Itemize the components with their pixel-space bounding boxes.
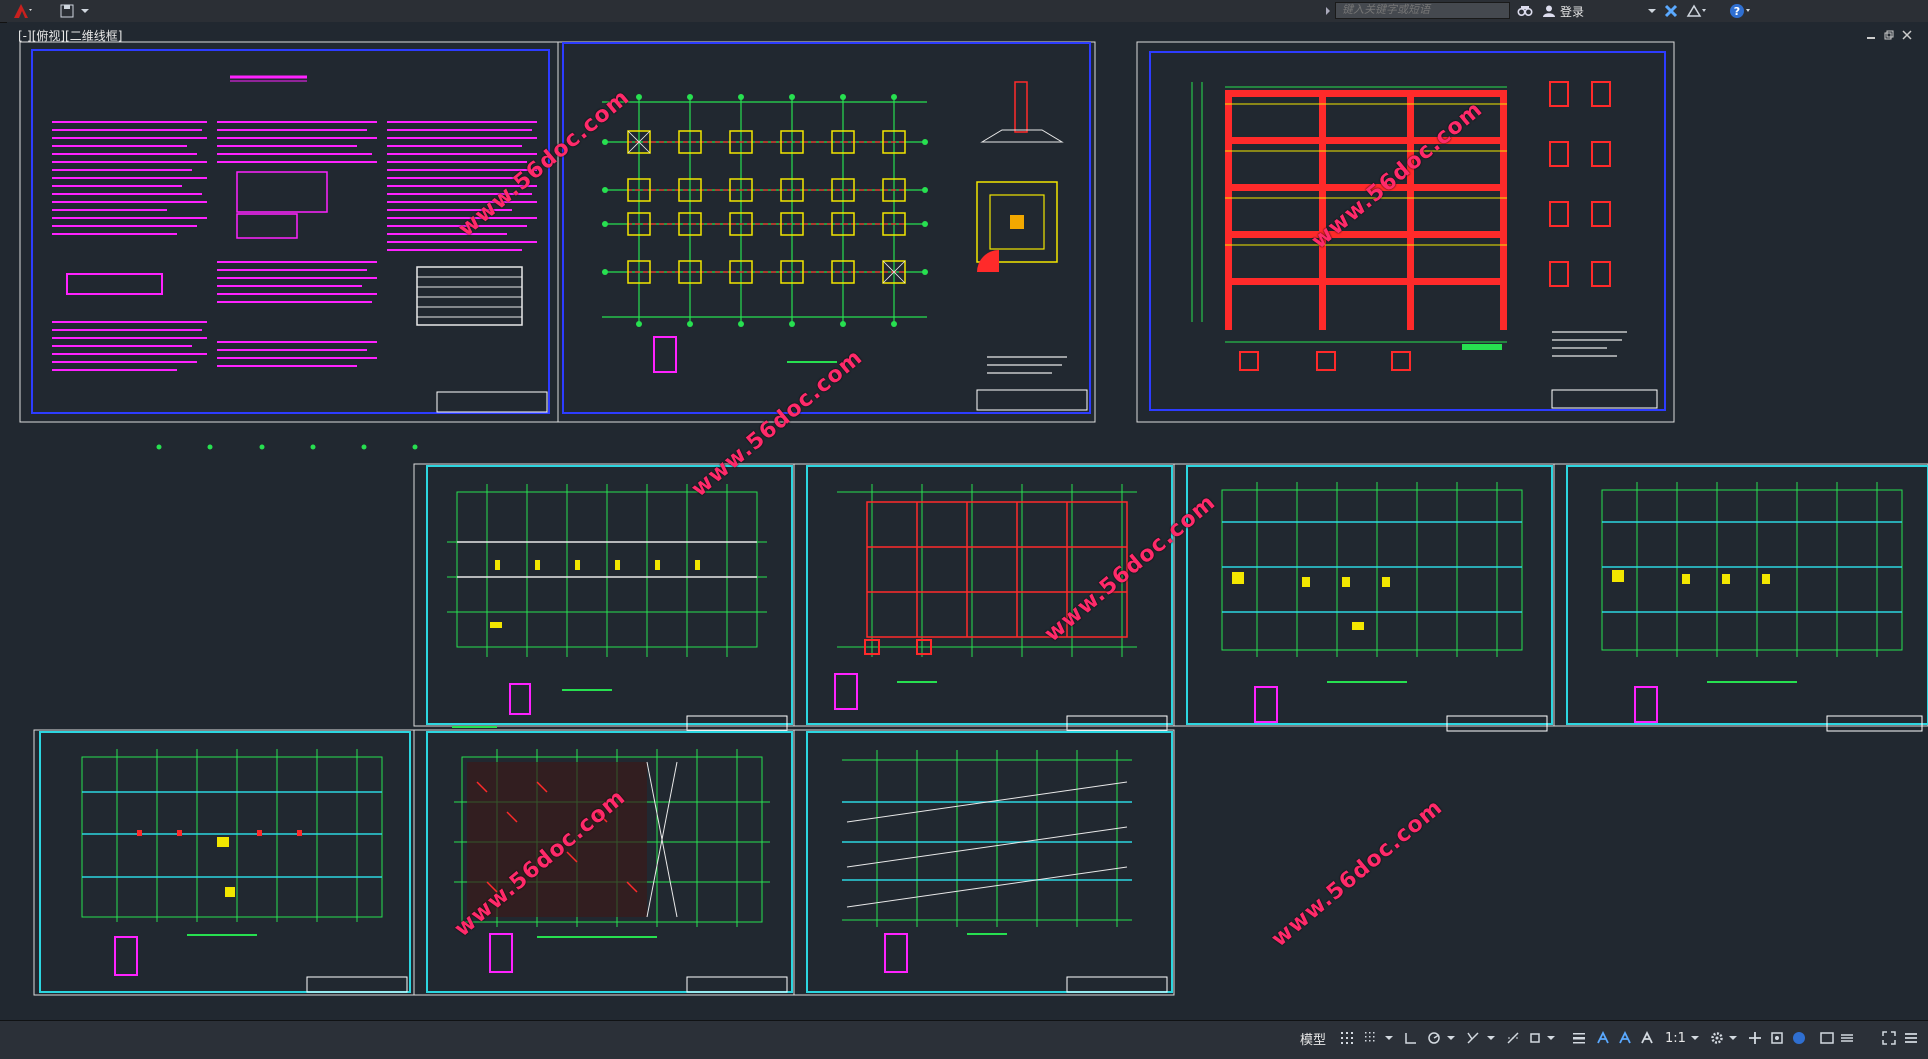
- isolate-objects-icon[interactable]: [1768, 1028, 1786, 1048]
- expand-arrow-icon[interactable]: [1323, 2, 1333, 20]
- hardware-acceleration-icon[interactable]: [1790, 1028, 1808, 1048]
- gear-icon[interactable]: [1708, 1028, 1726, 1048]
- login-label: 登录: [1560, 4, 1585, 19]
- svg-text:?: ?: [1734, 5, 1740, 18]
- polar-icon[interactable]: [1425, 1028, 1443, 1048]
- search-input[interactable]: [1335, 2, 1510, 19]
- annotation-visibility-icon[interactable]: [1594, 1028, 1612, 1048]
- auto-scale-icon[interactable]: [1616, 1028, 1634, 1048]
- sheet-floor-plan-2: [793, 463, 1175, 732]
- chevron-down-icon[interactable]: [1486, 1028, 1496, 1048]
- model-tab[interactable]: 模型: [1300, 1028, 1326, 1048]
- search-icon[interactable]: [1516, 2, 1534, 20]
- chevron-down-icon[interactable]: [1646, 2, 1658, 20]
- isodraft-icon[interactable]: [1464, 1028, 1482, 1048]
- sheet-frame-elevation: [1136, 41, 1675, 423]
- login-button[interactable]: 登录: [1542, 2, 1584, 20]
- exchange-icon[interactable]: [1662, 2, 1680, 20]
- lineweight-icon[interactable]: [1570, 1028, 1588, 1048]
- snap-icon[interactable]: [1362, 1028, 1380, 1048]
- object-snap-tracking-icon[interactable]: [1504, 1028, 1522, 1048]
- sheet-roof-plan: [793, 729, 1175, 996]
- a360-icon[interactable]: [1684, 2, 1710, 20]
- close-icon[interactable]: [1900, 28, 1914, 42]
- cad-drawing: [19, 41, 1928, 996]
- viewport-controls-label[interactable]: [-][俯视][二维线框]: [18, 27, 122, 44]
- object-snap-icon[interactable]: [1526, 1028, 1544, 1048]
- grid-bubbles: [602, 94, 928, 327]
- grid-icon[interactable]: [1338, 1028, 1356, 1048]
- chevron-down-icon[interactable]: [1384, 1028, 1394, 1048]
- restore-icon[interactable]: [1882, 28, 1896, 42]
- plus-icon[interactable]: [1746, 1028, 1764, 1048]
- chevron-down-icon[interactable]: [1546, 1028, 1556, 1048]
- sheet-floor-plan-3: [1173, 463, 1555, 732]
- sheet-floor-plan-1: [413, 463, 795, 732]
- ortho-icon[interactable]: [1402, 1028, 1420, 1048]
- customize-icon[interactable]: [1838, 1028, 1856, 1048]
- sheet-floor-plan-5: [33, 729, 415, 996]
- chevron-down-icon[interactable]: [1728, 1028, 1738, 1048]
- clean-screen-icon[interactable]: [1818, 1028, 1836, 1048]
- drawing-canvas[interactable]: [7, 22, 1928, 1020]
- annotation-scale-icon[interactable]: [1638, 1028, 1656, 1048]
- fullscreen-icon[interactable]: [1880, 1028, 1898, 1048]
- sheet-slab-reinforcement: [413, 729, 795, 996]
- minimize-icon[interactable]: [1864, 28, 1878, 42]
- chevron-down-icon[interactable]: [1446, 1028, 1456, 1048]
- dropdown-icon[interactable]: [76, 2, 94, 20]
- autocad-logo-icon: [14, 4, 32, 18]
- save-icon[interactable]: [58, 2, 76, 20]
- title-bar: 登录 ?: [0, 0, 1928, 23]
- application-menu-button[interactable]: [2, 1, 42, 21]
- annotation-scale-value[interactable]: 1:1: [1665, 1028, 1686, 1048]
- column-sections: [1239, 81, 1611, 371]
- help-icon[interactable]: ?: [1728, 2, 1754, 20]
- chevron-down-icon[interactable]: [1690, 1028, 1700, 1048]
- menu-icon[interactable]: [1902, 1028, 1920, 1048]
- user-icon: [1543, 5, 1555, 17]
- sheet-floor-plan-4: [1553, 463, 1928, 732]
- footing-pads: [627, 130, 906, 284]
